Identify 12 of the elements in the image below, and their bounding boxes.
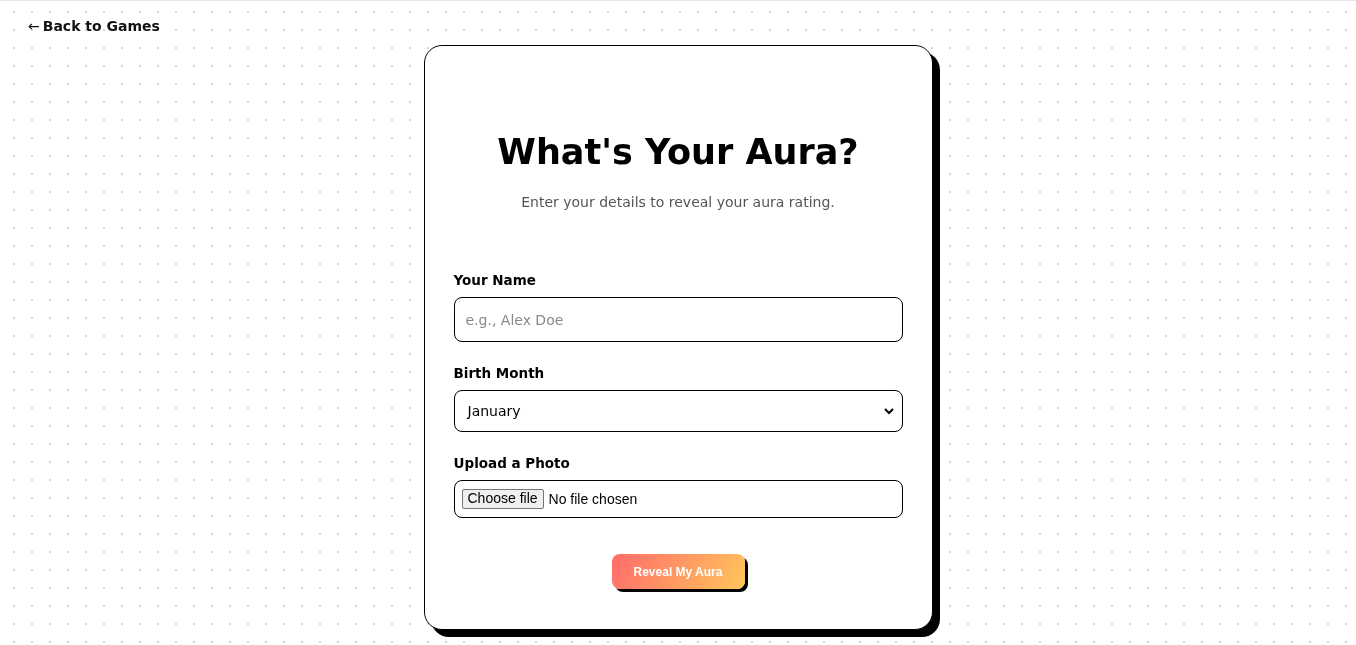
- subtitle: Enter your details to reveal your aura rating.: [520, 194, 836, 210]
- name-input[interactable]: e.g., Alex Doe: [453, 297, 903, 342]
- field-label: Your Name: [453, 272, 537, 288]
- choose-file-button[interactable]: Choose file: [461, 489, 544, 509]
- field-label: Upload a Photo: [453, 455, 571, 471]
- page-title: What's Your Aura?: [496, 132, 860, 172]
- month-select[interactable]: January: [453, 390, 903, 432]
- file-status: No file chosen: [548, 491, 638, 507]
- file-input[interactable]: Choose file No file chosen: [453, 480, 903, 518]
- chevron-down-icon: [883, 407, 894, 415]
- field-label: Birth Month: [453, 365, 546, 381]
- back-link[interactable]: ← Back to Games: [28, 18, 160, 34]
